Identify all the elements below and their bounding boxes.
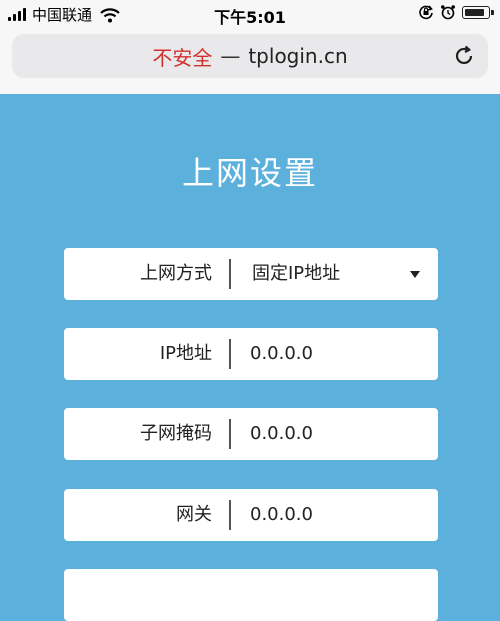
status-bar: 中国联通 下午5:01 — [0, 0, 500, 30]
gateway-field[interactable]: 网关 0.0.0.0 — [64, 489, 438, 541]
ip-address-field[interactable]: IP地址 0.0.0.0 — [64, 328, 438, 380]
field-label: 上网方式 — [140, 263, 212, 284]
page-title: 上网设置 — [181, 154, 318, 192]
security-label: 不安全 — [152, 45, 213, 70]
connection-type-select[interactable]: 上网方式 固定IP地址 — [64, 248, 438, 300]
next-field-partial[interactable] — [64, 569, 438, 621]
field-value[interactable]: 0.0.0.0 — [250, 328, 313, 380]
browser-chrome: 中国联通 下午5:01 不安全 — tplogin.cn — [0, 0, 500, 94]
field-value: 固定IP地址 — [252, 263, 341, 284]
reload-icon[interactable] — [452, 44, 476, 68]
lock-rotation-icon — [419, 5, 433, 20]
field-label: 网关 — [176, 504, 212, 525]
field-divider — [229, 339, 231, 369]
field-divider — [229, 500, 231, 530]
url-domain: tplogin.cn — [248, 44, 348, 68]
address-bar[interactable]: 不安全 — tplogin.cn — [12, 34, 488, 78]
field-divider — [229, 259, 231, 289]
alarm-icon — [441, 5, 455, 20]
status-right — [418, 4, 494, 20]
battery-icon — [462, 5, 494, 19]
url-separator: — — [220, 44, 241, 68]
field-label: IP地址 — [159, 343, 212, 364]
dropdown-caret-icon[interactable] — [410, 271, 420, 278]
field-label: 子网掩码 — [140, 423, 212, 444]
subnet-mask-field[interactable]: 子网掩码 0.0.0.0 — [64, 408, 438, 460]
battery-fill — [465, 8, 484, 16]
field-divider — [229, 419, 231, 449]
field-value[interactable]: 0.0.0.0 — [250, 408, 313, 460]
field-value[interactable]: 0.0.0.0 — [250, 489, 313, 541]
